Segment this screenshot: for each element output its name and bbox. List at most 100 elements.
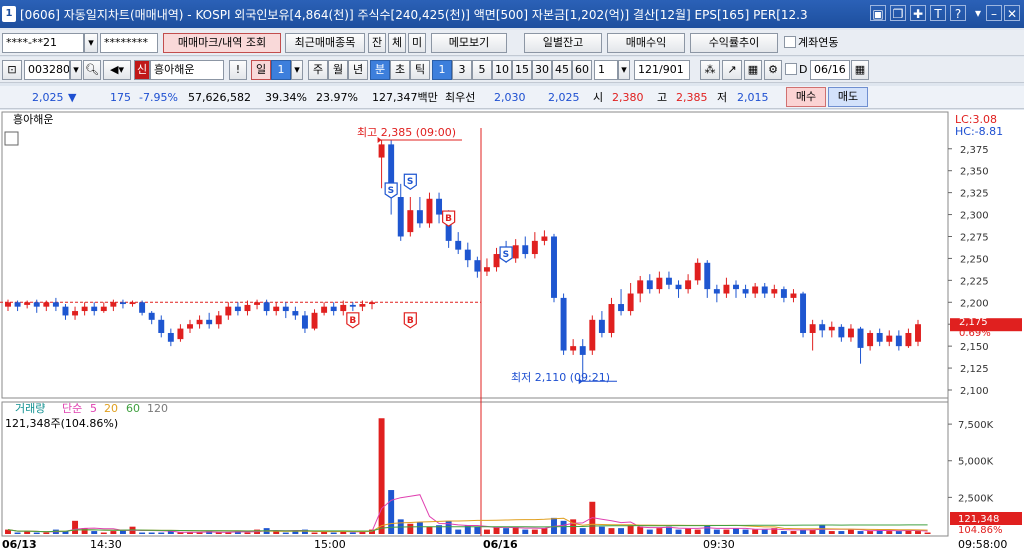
weekly-button[interactable]: 주 — [308, 60, 328, 80]
volume-bar — [196, 532, 203, 534]
count-dropdown-icon[interactable]: ▾ — [618, 60, 630, 80]
trade-mark-query-button[interactable]: 매매마크/내역 조회 — [163, 33, 281, 53]
window-list-icon[interactable]: ▣ — [870, 5, 886, 21]
sell-marker-letter: S — [503, 250, 509, 260]
buy-marker-letter: B — [407, 316, 414, 326]
tick-button[interactable]: 틱 — [410, 60, 430, 80]
volume-bar — [522, 529, 529, 534]
chart-area[interactable]: 2,375 2,350 2,325 2,300 2,275 2,250 2,225 2,200… — [0, 110, 1024, 552]
volume-ma20-label: 20 — [104, 402, 118, 415]
volume-bar — [14, 532, 21, 534]
chart-svg[interactable]: 2,375 2,350 2,325 2,300 2,275 2,250 2,225 2,200… — [0, 110, 1024, 552]
font-size-icon[interactable]: T — [930, 5, 946, 21]
quote-bar: 2,025 ▼ 175 -7.95% 57,626,582 39.34% 23.… — [0, 86, 1024, 109]
price-tick-label: 2,250 — [960, 254, 989, 265]
return-trend-button[interactable]: 수익률추이 — [690, 33, 778, 53]
monthly-button[interactable]: 월 — [328, 60, 348, 80]
daily-balance-button[interactable]: 일별잔고 — [524, 33, 602, 53]
interval-15-button[interactable]: 15 — [512, 60, 532, 80]
volume-bar — [761, 529, 768, 534]
interval-count-input[interactable]: 1 — [594, 60, 618, 80]
grid-icon[interactable]: ▦ — [744, 60, 762, 80]
candle-body — [5, 302, 11, 307]
candle-body — [311, 312, 318, 329]
interval-60-button[interactable]: 60 — [572, 60, 592, 80]
candle-body — [24, 302, 31, 305]
account-dropdown-icon[interactable]: ▾ — [84, 33, 98, 53]
change-rate: -7.95% — [139, 91, 178, 104]
volume-bar — [100, 532, 107, 534]
price-tick-label: 2,275 — [960, 232, 989, 243]
volume-bar — [752, 529, 759, 534]
search-icon[interactable]: 🔍︎ — [83, 60, 101, 80]
restore-icon[interactable]: ❐ — [890, 5, 906, 21]
candle-body — [378, 144, 385, 158]
calendar-icon[interactable]: ▦ — [851, 60, 869, 80]
price-tick-label: 2,325 — [960, 189, 989, 200]
yearly-button[interactable]: 년 — [348, 60, 368, 80]
hc-label: HC:-8.81 — [955, 125, 1003, 138]
executed-button[interactable]: 체 — [388, 33, 406, 53]
candle-body — [167, 332, 174, 342]
account-link-checkbox[interactable] — [784, 36, 796, 48]
candle-body — [790, 293, 797, 298]
interval-30-button[interactable]: 30 — [532, 60, 552, 80]
trendline-icon[interactable]: ↗ — [722, 60, 742, 80]
candle-body — [551, 236, 557, 298]
password-input[interactable]: ******** — [100, 33, 158, 53]
memo-view-button[interactable]: 메모보기 — [431, 33, 507, 53]
account-input[interactable]: ****-**21 — [2, 33, 84, 53]
stock-code-input[interactable]: 003280 — [24, 60, 70, 80]
volume-bar — [608, 528, 615, 534]
speaker-icon[interactable]: ◀▾ — [103, 60, 131, 80]
window-number-badge: 1 — [2, 6, 16, 22]
interval-3-button[interactable]: 3 — [452, 60, 472, 80]
open-price: 2,380 — [612, 91, 644, 104]
settings-gear-icon[interactable]: ⚙ — [764, 60, 782, 80]
interval-5-button[interactable]: 5 — [472, 60, 492, 80]
help-icon[interactable]: ? — [950, 5, 966, 21]
sell-button[interactable]: 매도 — [828, 87, 868, 107]
volume-bar — [579, 528, 586, 534]
minimize-icon[interactable]: – — [986, 5, 1002, 21]
interval-45-button[interactable]: 45 — [552, 60, 572, 80]
chart-menu-icon[interactable]: ⊡ — [2, 60, 22, 80]
menu-icon[interactable]: ▾ — [970, 5, 986, 21]
second-button[interactable]: 초 — [390, 60, 410, 80]
date-checkbox[interactable] — [785, 63, 797, 75]
candle-body — [541, 236, 548, 241]
interval-1-button[interactable]: 1 — [432, 60, 452, 80]
candle-body — [608, 304, 615, 333]
pin-icon[interactable]: ✚ — [910, 5, 926, 21]
buy-button[interactable]: 매수 — [786, 87, 826, 107]
alert-button[interactable]: ! — [229, 60, 247, 80]
close-icon[interactable]: ✕ — [1004, 5, 1020, 21]
trade-profit-button[interactable]: 매매수익 — [607, 33, 685, 53]
candle-body — [263, 302, 270, 312]
candle-body — [33, 302, 40, 307]
candle-body — [464, 249, 471, 261]
period-dropdown-icon[interactable]: ▾ — [291, 60, 303, 80]
volume-bar — [685, 528, 692, 534]
recent-trades-button[interactable]: 최근매매종목 — [285, 33, 365, 53]
indicator-icon[interactable]: ⁂ — [700, 60, 720, 80]
candle-body — [723, 284, 730, 294]
date-input[interactable]: 06/16 — [810, 60, 850, 80]
daily-period-count[interactable]: 1 — [271, 60, 291, 80]
candle-body — [349, 304, 356, 307]
minute-button[interactable]: 분 — [370, 60, 390, 80]
candle-body — [110, 302, 117, 307]
balance-button[interactable]: 잔 — [368, 33, 386, 53]
candle-body — [254, 302, 261, 305]
daily-period-button[interactable]: 일 — [251, 60, 271, 80]
volume-bar — [694, 529, 701, 534]
unexecuted-button[interactable]: 미 — [408, 33, 426, 53]
high-annotation: 최고 2,385 (09:00) — [357, 126, 456, 139]
volume-bar — [723, 529, 730, 534]
code-dropdown-icon[interactable]: ▾ — [70, 60, 82, 80]
data-range-field[interactable]: 121/901 — [634, 60, 690, 80]
candle-body — [196, 319, 203, 325]
volume-bar — [828, 531, 835, 534]
interval-10-button[interactable]: 10 — [492, 60, 512, 80]
candle-body — [321, 306, 328, 313]
